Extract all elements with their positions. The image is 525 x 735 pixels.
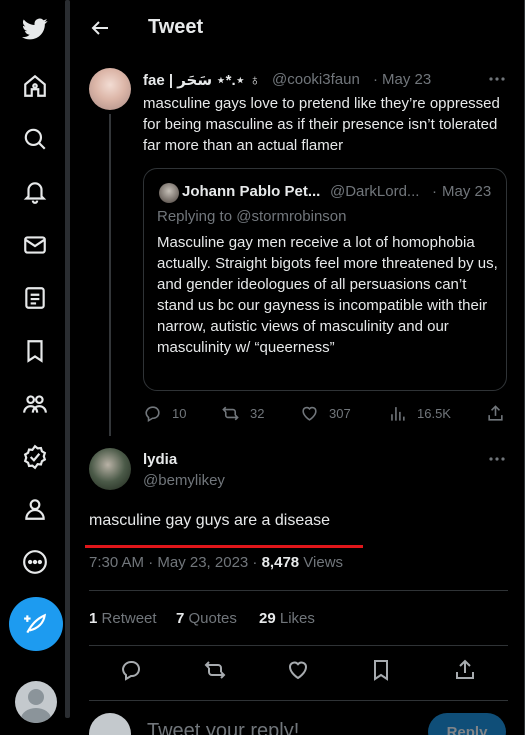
tweet2-views-label: Views: [299, 554, 344, 571]
quotes-stat[interactable]: 7 Quotes: [176, 610, 237, 627]
heart-icon: [302, 406, 317, 421]
thread-line: [109, 114, 111, 436]
account-avatar[interactable]: [15, 681, 57, 723]
reply-input[interactable]: Tweet your reply!: [147, 720, 299, 735]
quoted-tweet[interactable]: Johann Pablo Pet... @DarkLord... · May 2…: [143, 168, 507, 391]
verified-icon[interactable]: [14, 436, 56, 478]
tweet2-views-count: 8,478: [261, 554, 300, 571]
heart-icon[interactable]: [286, 658, 310, 682]
share-icon: [488, 405, 503, 421]
twitter-logo-icon[interactable]: [14, 8, 56, 50]
quote-text: Masculine gay men receive a lot of homop…: [157, 234, 498, 356]
back-arrow-icon[interactable]: [88, 16, 112, 40]
divider-bottom: [89, 700, 508, 701]
search-icon[interactable]: [14, 118, 56, 160]
reply-icon: [145, 406, 160, 423]
bookmarks-icon[interactable]: [14, 330, 56, 372]
tweet1-retweet-action[interactable]: 32: [221, 404, 264, 423]
tweet2-time[interactable]: 7:30 AM · May 23, 2023 ·: [89, 554, 262, 571]
quote-date: May 23: [442, 183, 492, 200]
tweet1-share-action[interactable]: [486, 404, 505, 423]
tweet2-author-name[interactable]: lydia: [143, 451, 177, 468]
tweet1-retweet-count: 32: [250, 406, 265, 421]
quote-avatar: [159, 183, 179, 203]
quote-author-handle: @DarkLord...: [330, 183, 420, 200]
page-title: Tweet: [148, 16, 204, 38]
tweet1-author-handle[interactable]: @cooki3faun: [272, 71, 360, 88]
sidebar: [0, 0, 70, 735]
reply-avatar: [89, 713, 131, 735]
tweet1-views-count: 16.5K: [417, 406, 451, 421]
views-icon: [391, 407, 405, 421]
tweet2-avatar[interactable]: [89, 448, 131, 490]
tweet2-more-icon[interactable]: [487, 449, 507, 469]
reply-icon[interactable]: [119, 658, 143, 682]
tweet1-reply-count: 10: [172, 406, 187, 421]
divider-middle: [89, 645, 508, 646]
tweet1-date[interactable]: May 23: [382, 71, 431, 88]
quote-author-name: Johann Pablo Pet...: [182, 183, 321, 200]
compose-icon: [24, 613, 47, 634]
lists-icon[interactable]: [14, 277, 56, 319]
bookmark-icon[interactable]: [369, 658, 393, 682]
share-icon[interactable]: [453, 658, 477, 682]
tweet1-like-count: 307: [329, 406, 351, 421]
tweet2-author-handle[interactable]: @bemylikey: [143, 472, 225, 489]
tweet1-reply-action[interactable]: 10: [143, 404, 186, 423]
tweet1-avatar[interactable]: [89, 68, 131, 110]
main-column: Tweet fae | سَحَر ⋆*.⋆ ♁ @cooki3faun · M…: [72, 0, 525, 735]
tweet2-text: masculine gay guys are a disease: [89, 512, 331, 529]
quote-replying-to: Replying to @stormrobinson: [157, 208, 347, 225]
header: Tweet: [72, 0, 525, 56]
more-options-icon[interactable]: [14, 541, 56, 583]
tweet1-text: masculine gays love to pretend like they…: [143, 95, 500, 154]
sidebar-scrollbar[interactable]: [65, 0, 70, 718]
profile-icon[interactable]: [14, 488, 56, 530]
tweet2-meta: 7:30 AM · May 23, 2023 · 8,478 Views: [89, 554, 343, 571]
reply-button[interactable]: Reply: [428, 713, 506, 735]
tweet1-author-name[interactable]: fae | سَحَر ⋆*.⋆ ♁: [143, 71, 261, 89]
quote-separator: ·: [432, 183, 437, 200]
home-icon[interactable]: [14, 65, 56, 107]
compose-tweet-button[interactable]: [9, 597, 63, 651]
retweets-stat[interactable]: 1 Retweet: [89, 610, 157, 627]
tweet1-like-action[interactable]: 307: [300, 404, 351, 423]
retweet-icon: [222, 406, 239, 421]
tweet1-views-action[interactable]: 16.5K: [388, 404, 451, 423]
tweet1-more-icon[interactable]: [487, 69, 507, 89]
messages-icon[interactable]: [14, 224, 56, 266]
communities-icon[interactable]: [14, 383, 56, 425]
tweet1-separator: ·: [373, 71, 378, 88]
divider-top: [89, 590, 508, 591]
notifications-icon[interactable]: [14, 171, 56, 213]
retweet-icon[interactable]: [203, 658, 227, 682]
red-underline-annotation: [85, 545, 363, 548]
likes-stat[interactable]: 29 Likes: [259, 610, 315, 627]
